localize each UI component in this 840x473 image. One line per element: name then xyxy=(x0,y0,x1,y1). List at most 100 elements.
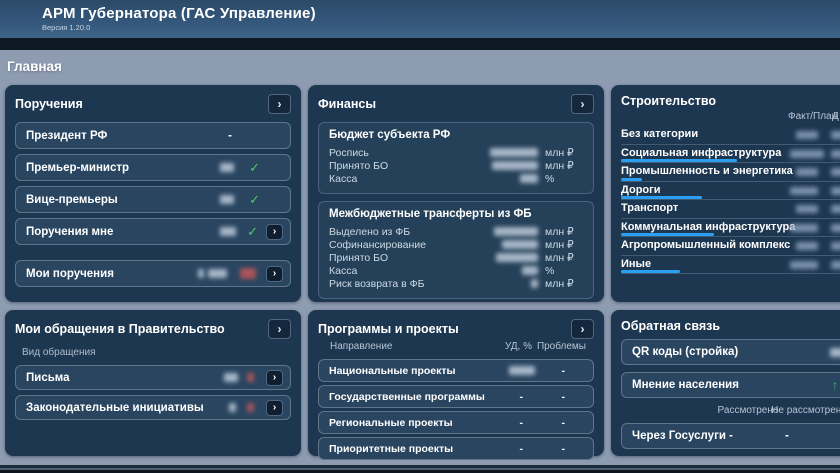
header-second-clipped: Д xyxy=(832,111,839,122)
row-label: Премьер-министр xyxy=(26,162,129,174)
finance-label: Принято БО xyxy=(329,252,496,264)
finance-row-prinyato-bo: Принято БО млн ₽ xyxy=(329,159,583,172)
finance-label: Риск возврата в ФБ xyxy=(329,278,531,290)
masked-amount xyxy=(531,279,538,288)
progress-bar xyxy=(621,159,737,162)
card-obrashcheniya: Мои обращения в Правительство › Вид обра… xyxy=(5,310,301,456)
masked-alert-badge xyxy=(240,268,256,279)
masked-fact-plan xyxy=(790,261,818,269)
build-label: Иные xyxy=(621,258,651,270)
row-value: - xyxy=(228,130,232,142)
obrashcheniya-expand-button[interactable]: › xyxy=(268,319,291,339)
ud-value: - xyxy=(520,443,524,455)
subcard-title: Межбюджетные трансферты из ФБ xyxy=(329,208,583,220)
row-pisma[interactable]: Письма › xyxy=(15,365,291,390)
masked-amount xyxy=(494,227,538,236)
build-label: Без категории xyxy=(621,128,698,140)
subcard-transfers[interactable]: Межбюджетные трансферты из ФБ Выделено и… xyxy=(318,201,594,299)
build-row-transport[interactable]: Транспорт xyxy=(621,200,840,219)
masked-count xyxy=(229,403,236,412)
build-label: Коммунальная инфраструктура xyxy=(621,221,795,233)
finance-label: Касса xyxy=(329,173,520,185)
build-label: Транспорт xyxy=(621,202,678,214)
row-gosudarstvennye-programmy[interactable]: Государственные программы - - xyxy=(318,385,594,408)
masked-count xyxy=(220,227,236,236)
build-row-agroprom[interactable]: Агропромышленный комплекс xyxy=(621,237,840,256)
progress-bar xyxy=(621,178,642,181)
row-prioritetnye-proekty[interactable]: Приоритетные проекты - - xyxy=(318,437,594,460)
masked-fact-plan xyxy=(790,187,818,195)
build-row-promyshlennost[interactable]: Промышленность и энергетика xyxy=(621,163,840,182)
masked-value xyxy=(831,224,840,232)
masked-count xyxy=(830,348,840,357)
masked-value xyxy=(831,187,840,195)
build-label: Агропромышленный комплекс xyxy=(621,239,790,251)
finance-unit: млн ₽ xyxy=(545,252,583,264)
build-row-inye[interactable]: Иные xyxy=(621,256,840,275)
build-row-bez-kategorii[interactable]: Без категории xyxy=(621,126,840,145)
row-premier-ministr[interactable]: Премьер-министр ✓ xyxy=(15,154,291,181)
bottom-divider xyxy=(0,465,840,473)
check-icon: ✓ xyxy=(249,160,260,176)
masked-amount xyxy=(502,240,538,249)
subcard-budget[interactable]: Бюджет субъекта РФ Роспись млн ₽ Принято… xyxy=(318,122,594,194)
row-mnenie-naseleniya[interactable]: Мнение населения ↑ xyxy=(621,372,840,398)
card-title-feedback: Обратная связь xyxy=(621,319,720,333)
masked-amount xyxy=(522,266,538,275)
finance-unit: млн ₽ xyxy=(545,278,583,290)
row-nacionalnye-proekty[interactable]: Национальные проекты - xyxy=(318,359,594,382)
check-icon: ✓ xyxy=(249,192,260,208)
masked-count xyxy=(220,163,234,172)
check-icon: ✓ xyxy=(247,224,258,240)
problems-value: - xyxy=(562,391,566,403)
masked-amount xyxy=(496,253,538,262)
header-direction: Направление xyxy=(330,341,392,352)
row-regionalnye-proekty[interactable]: Региональные проекты - - xyxy=(318,411,594,434)
card-title-finansy: Финансы xyxy=(318,97,376,111)
masked-amount xyxy=(490,148,538,157)
masked-fact-plan xyxy=(796,242,818,250)
dashboard-grid: Поручения › Президент РФ - Премьер-минис… xyxy=(5,85,840,456)
build-row-kommunalnaya[interactable]: Коммунальная инфраструктура xyxy=(621,219,840,238)
header-divider-bar xyxy=(0,38,840,50)
progress-bar xyxy=(621,196,702,199)
finance-label: Софинансирование xyxy=(329,239,502,251)
finance-row-kassa: Касса % xyxy=(329,172,583,185)
row-label: Государственные программы xyxy=(329,391,485,403)
header-ud: УД, % xyxy=(505,341,532,352)
chevron-right-icon[interactable]: › xyxy=(266,400,283,416)
row-qr-kody[interactable]: QR коды (стройка) xyxy=(621,339,840,365)
row-cherez-gosuslugi[interactable]: Через Госуслуги - - xyxy=(621,423,840,449)
row-president-rf[interactable]: Президент РФ - xyxy=(15,122,291,149)
card-programmy: Программы и проекты › Направление УД, % … xyxy=(308,310,604,456)
masked-amount xyxy=(492,161,538,170)
masked-count xyxy=(224,373,238,382)
finance-label: Выделено из ФБ xyxy=(329,226,494,238)
row-label: QR коды (стройка) xyxy=(632,346,738,358)
finance-row-prinyato-bo-fb: Принято БО млн ₽ xyxy=(329,251,583,264)
progress-bar xyxy=(621,233,714,236)
finansy-expand-button[interactable]: › xyxy=(571,94,594,114)
porucheniya-expand-button[interactable]: › xyxy=(268,94,291,114)
chevron-right-icon[interactable]: › xyxy=(266,370,283,386)
masked-value xyxy=(831,205,840,213)
masked-fact-plan xyxy=(796,168,818,176)
masked-value xyxy=(831,131,840,139)
finance-row-kassa-fb: Касса % xyxy=(329,264,583,277)
chevron-right-icon[interactable]: › xyxy=(266,224,283,240)
card-title-obrashcheniya: Мои обращения в Правительство xyxy=(15,322,225,336)
masked-fact-plan xyxy=(796,205,818,213)
row-moi-porucheniya[interactable]: Мои поручения › xyxy=(15,260,291,287)
row-porucheniya-mne[interactable]: Поручения мне ✓ › xyxy=(15,218,291,245)
build-row-dorogi[interactable]: Дороги xyxy=(621,182,840,201)
masked-amount xyxy=(520,174,538,183)
finance-label: Роспись xyxy=(329,147,490,159)
masked-value xyxy=(831,168,840,176)
row-vice-premiery[interactable]: Вице-премьеры ✓ xyxy=(15,186,291,213)
feedback-column-headers: Рассмотрено Не рассмотрено xyxy=(621,405,840,417)
chevron-right-icon[interactable]: › xyxy=(266,266,283,282)
row-zakonodatelnye[interactable]: Законодательные инициативы › xyxy=(15,395,291,420)
programmy-expand-button[interactable]: › xyxy=(571,319,594,339)
card-porucheniya: Поручения › Президент РФ - Премьер-минис… xyxy=(5,85,301,302)
build-row-socialnaya[interactable]: Социальная инфраструктура xyxy=(621,145,840,164)
